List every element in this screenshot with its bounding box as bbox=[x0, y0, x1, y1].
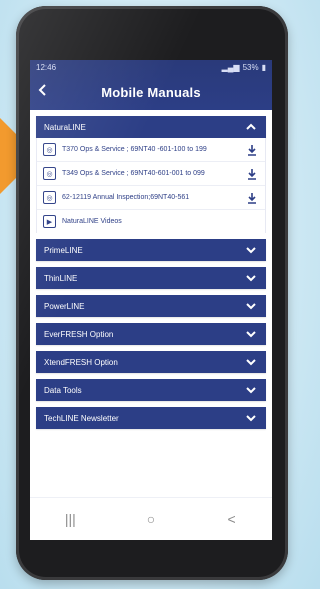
section-naturaline[interactable]: NaturaLINE bbox=[36, 116, 266, 138]
document-title: 62-12119 Annual Inspection;69NT40-561 bbox=[62, 193, 190, 201]
download-icon[interactable] bbox=[245, 191, 259, 205]
home-button[interactable]: ○ bbox=[136, 509, 166, 529]
section-powerline[interactable]: PowerLINE bbox=[36, 295, 266, 317]
section-everfresh-option[interactable]: EverFRESH Option bbox=[36, 323, 266, 345]
page-title: Mobile Manuals bbox=[101, 84, 201, 100]
section-label: PowerLINE bbox=[44, 301, 85, 311]
chevron-down-icon bbox=[244, 327, 258, 341]
document-icon: ◎ bbox=[43, 143, 56, 156]
section-primeline[interactable]: PrimeLINE bbox=[36, 239, 266, 261]
top-bar: 12:46 ▂▄▆ 53% ▮ Mobile Manuals bbox=[30, 60, 272, 110]
app-screen: 12:46 ▂▄▆ 53% ▮ Mobile Manuals NaturaLIN… bbox=[30, 60, 272, 540]
section-thinline[interactable]: ThinLINE bbox=[36, 267, 266, 289]
document-icon: ◎ bbox=[43, 191, 56, 204]
list-item[interactable]: ▶ NaturaLINE Videos bbox=[37, 210, 265, 233]
chevron-down-icon bbox=[244, 271, 258, 285]
chevron-down-icon bbox=[244, 383, 258, 397]
list-item[interactable]: ◎ T349 Ops & Service ; 69NT40-601-001 to… bbox=[37, 162, 265, 186]
chevron-up-icon bbox=[244, 120, 258, 134]
section-xtendfresh-option[interactable]: XtendFRESH Option bbox=[36, 351, 266, 373]
section-label: PrimeLINE bbox=[44, 245, 83, 255]
section-label: XtendFRESH Option bbox=[44, 357, 118, 367]
document-title: T370 Ops & Service ; 69NT40 -601-100 to … bbox=[62, 145, 207, 153]
status-bar: 12:46 ▂▄▆ 53% ▮ bbox=[30, 60, 272, 74]
list-item[interactable]: ◎ 62-12119 Annual Inspection;69NT40-561 bbox=[37, 186, 265, 210]
video-icon: ▶ bbox=[43, 215, 56, 228]
empty-spacer bbox=[245, 215, 259, 229]
chevron-down-icon bbox=[244, 411, 258, 425]
download-icon[interactable] bbox=[245, 143, 259, 157]
chevron-down-icon bbox=[244, 243, 258, 257]
section-data-tools[interactable]: Data Tools bbox=[36, 379, 266, 401]
back-arrow-icon[interactable] bbox=[36, 83, 50, 97]
section-label: Data Tools bbox=[44, 385, 82, 395]
section-techline-newsletter[interactable]: TechLINE Newsletter bbox=[36, 407, 266, 429]
app-header: Mobile Manuals bbox=[30, 74, 272, 110]
manuals-list: NaturaLINE ◎ T370 Ops & Service ; 69NT40… bbox=[30, 110, 272, 429]
status-time: 12:46 bbox=[36, 62, 57, 72]
section-label: TechLINE Newsletter bbox=[44, 413, 119, 423]
section-label: EverFRESH Option bbox=[44, 329, 114, 339]
android-nav-bar: ||| ○ < bbox=[30, 497, 272, 540]
document-title: T349 Ops & Service ; 69NT40-601-001 to 0… bbox=[62, 169, 205, 177]
section-label: ThinLINE bbox=[44, 273, 78, 283]
naturaline-documents: ◎ T370 Ops & Service ; 69NT40 -601-100 t… bbox=[36, 138, 266, 233]
battery-text: 53% bbox=[242, 62, 259, 72]
status-right: ▂▄▆ 53% ▮ bbox=[222, 63, 266, 72]
chevron-down-icon bbox=[244, 355, 258, 369]
nav-back-button[interactable]: < bbox=[217, 509, 247, 529]
list-item[interactable]: ◎ T370 Ops & Service ; 69NT40 -601-100 t… bbox=[37, 138, 265, 162]
section-label: NaturaLINE bbox=[44, 122, 86, 132]
document-icon: ◎ bbox=[43, 167, 56, 180]
chevron-down-icon bbox=[244, 299, 258, 313]
download-icon[interactable] bbox=[245, 167, 259, 181]
battery-icon: ▮ bbox=[261, 62, 266, 72]
document-title: NaturaLINE Videos bbox=[62, 217, 122, 225]
recents-button[interactable]: ||| bbox=[55, 509, 85, 529]
signal-icon: ▂▄▆ bbox=[221, 62, 240, 72]
